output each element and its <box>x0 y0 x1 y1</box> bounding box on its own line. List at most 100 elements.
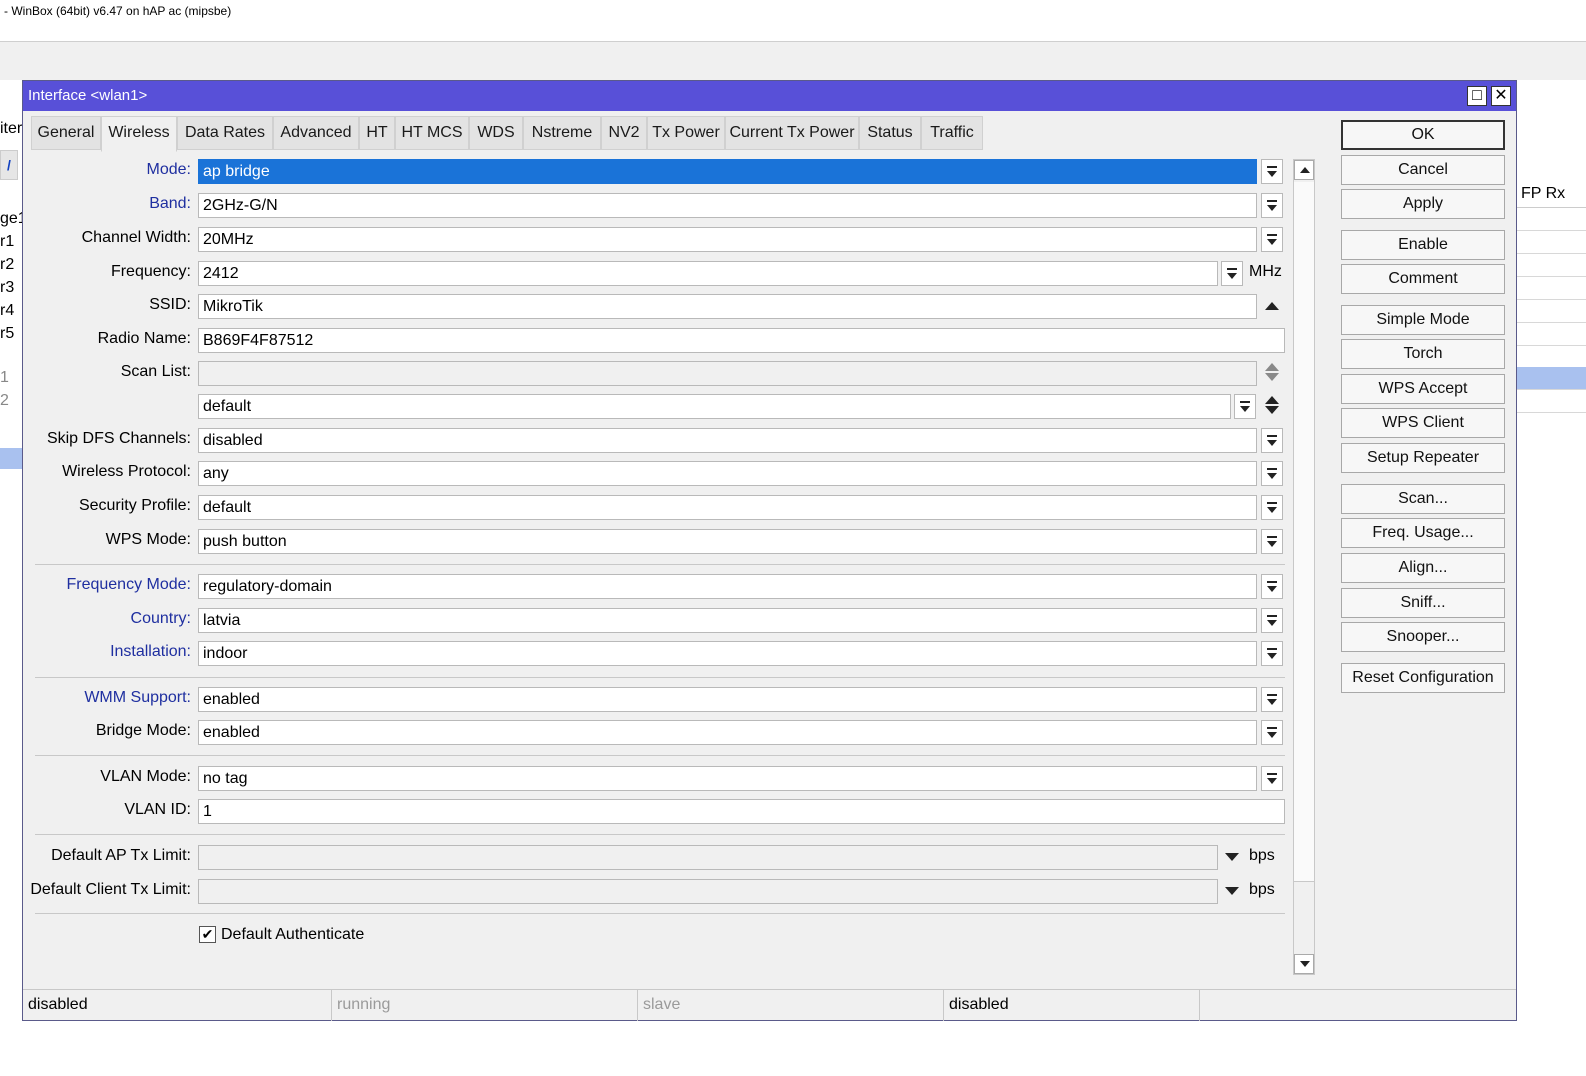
ap-tx-limit-label: Default AP Tx Limit: <box>51 847 191 864</box>
radio-name-label: Radio Name: <box>97 330 191 347</box>
vlan-mode-field[interactable]: no tag <box>198 766 1257 791</box>
installation-dropdown-icon[interactable] <box>1261 641 1283 666</box>
table-row[interactable] <box>1516 277 1586 300</box>
reset-configuration-button[interactable]: Reset Configuration <box>1341 663 1505 693</box>
vlan-mode-label: VLAN Mode: <box>100 768 191 785</box>
security-profile-field[interactable]: default <box>198 495 1257 520</box>
wmm-support-field[interactable]: enabled <box>198 687 1257 712</box>
list-item[interactable]: 2 <box>0 392 9 410</box>
skip-dfs-dropdown-icon[interactable] <box>1261 428 1283 453</box>
scan-list-up-icon[interactable] <box>1265 363 1279 371</box>
band-dropdown-icon[interactable] <box>1261 193 1283 218</box>
scrollbar-thumb[interactable] <box>1294 182 1314 882</box>
security-profile-label: Security Profile: <box>78 497 191 514</box>
scan-list-remove-icon[interactable] <box>1265 406 1279 414</box>
wireless-protocol-label: Wireless Protocol: <box>62 463 191 480</box>
default-authenticate-label[interactable]: Default Authenticate <box>221 926 364 944</box>
scan-list-add-icon[interactable] <box>1265 396 1279 404</box>
scroll-down-icon[interactable] <box>1294 954 1314 974</box>
frequency-field[interactable]: 2412 <box>198 261 1218 286</box>
interface-dialog: Interface <wlan1> □ ✕ General Wireless D… <box>22 80 1517 1021</box>
setup-repeater-button[interactable]: Setup Repeater <box>1341 443 1505 473</box>
form-area: Mode: Band: Channel Width: Frequency: SS… <box>23 81 1323 989</box>
wps-mode-label: WPS Mode: <box>105 531 191 548</box>
cancel-button[interactable]: Cancel <box>1341 155 1505 185</box>
ap-tx-limit-unit: bps <box>1249 847 1275 864</box>
installation-field[interactable]: indoor <box>198 641 1257 666</box>
bridge-mode-field[interactable]: enabled <box>198 720 1257 745</box>
wps-mode-field[interactable]: push button <box>198 529 1257 554</box>
table-row[interactable] <box>1516 390 1586 413</box>
app-title: - WinBox (64bit) v6.47 on hAP ac (mipsbe… <box>4 4 232 18</box>
skip-dfs-field[interactable]: disabled <box>198 428 1257 453</box>
ap-tx-limit-dropdown-icon[interactable] <box>1225 853 1239 861</box>
table-row[interactable] <box>1516 208 1586 231</box>
vlan-id-field[interactable]: 1 <box>198 799 1285 824</box>
vlan-mode-dropdown-icon[interactable] <box>1261 766 1283 791</box>
apply-button[interactable]: Apply <box>1341 189 1505 219</box>
frequency-label: Frequency: <box>110 263 191 280</box>
wireless-protocol-dropdown-icon[interactable] <box>1261 461 1283 486</box>
client-tx-limit-dropdown-icon[interactable] <box>1225 887 1239 895</box>
country-field[interactable]: latvia <box>198 608 1257 633</box>
close-icon[interactable]: ✕ <box>1491 86 1511 106</box>
torch-button[interactable]: Torch <box>1341 339 1505 369</box>
simple-mode-button[interactable]: Simple Mode <box>1341 305 1505 335</box>
form-scrollbar[interactable] <box>1293 159 1315 975</box>
ok-button[interactable]: OK <box>1341 120 1505 150</box>
country-label: Country: <box>130 610 191 627</box>
band-field[interactable]: 2GHz-G/N <box>198 193 1257 218</box>
table-row[interactable] <box>1516 254 1586 277</box>
wireless-protocol-field[interactable]: any <box>198 461 1257 486</box>
ssid-collapse-icon[interactable] <box>1265 302 1279 310</box>
scan-list-dropdown-icon[interactable] <box>1234 394 1256 419</box>
default-authenticate-checkbox[interactable]: ✔ <box>199 926 216 943</box>
align-button[interactable]: Align... <box>1341 553 1505 583</box>
band-label: Band: <box>149 195 191 212</box>
channel-width-dropdown-icon[interactable] <box>1261 227 1283 252</box>
label-column: Mode: Band: Channel Width: Frequency: SS… <box>23 81 191 989</box>
wps-client-button[interactable]: WPS Client <box>1341 408 1505 438</box>
country-dropdown-icon[interactable] <box>1261 608 1283 633</box>
enable-button[interactable]: Enable <box>1341 230 1505 260</box>
divider <box>35 564 1285 565</box>
scroll-up-icon[interactable] <box>1294 160 1314 180</box>
frequency-unit: MHz <box>1249 263 1282 280</box>
wps-mode-dropdown-icon[interactable] <box>1261 529 1283 554</box>
table-row[interactable] <box>1516 300 1586 323</box>
table-row[interactable] <box>1516 231 1586 254</box>
mode-field[interactable]: ap bridge <box>198 159 1257 184</box>
radio-name-field[interactable]: B869F4F87512 <box>198 328 1285 353</box>
divider <box>35 677 1285 678</box>
mode-dropdown-icon[interactable] <box>1261 159 1283 184</box>
channel-width-field[interactable]: 20MHz <box>198 227 1257 252</box>
status-extra <box>1200 990 1510 1021</box>
table-row-selected[interactable] <box>1516 367 1586 390</box>
scan-button[interactable]: Scan... <box>1341 484 1505 514</box>
list-item: iter <box>0 120 23 137</box>
frequency-dropdown-icon[interactable] <box>1221 261 1243 286</box>
column-header-fp-rx[interactable]: FP Rx <box>1516 180 1586 208</box>
maximize-icon[interactable]: □ <box>1467 86 1487 106</box>
divider <box>35 913 1285 914</box>
scan-list-value-field[interactable]: default <box>198 394 1231 419</box>
ssid-field[interactable]: MikroTik <box>198 294 1257 319</box>
wps-accept-button[interactable]: WPS Accept <box>1341 374 1505 404</box>
scan-list-field[interactable] <box>198 361 1257 386</box>
freq-usage-button[interactable]: Freq. Usage... <box>1341 518 1505 548</box>
comment-button[interactable]: Comment <box>1341 264 1505 294</box>
wmm-support-dropdown-icon[interactable] <box>1261 687 1283 712</box>
table-row[interactable] <box>1516 323 1586 346</box>
status-bar: disabled running slave disabled <box>23 989 1516 1021</box>
ap-tx-limit-field[interactable] <box>198 845 1218 870</box>
frequency-mode-field[interactable]: regulatory-domain <box>198 574 1257 599</box>
snooper-button[interactable]: Snooper... <box>1341 622 1505 652</box>
list-item[interactable]: r3 <box>0 279 14 297</box>
frequency-mode-dropdown-icon[interactable] <box>1261 574 1283 599</box>
client-tx-limit-field[interactable] <box>198 879 1218 904</box>
scan-list-down-icon[interactable] <box>1265 373 1279 381</box>
security-profile-dropdown-icon[interactable] <box>1261 495 1283 520</box>
bridge-mode-label: Bridge Mode: <box>95 722 191 739</box>
sniff-button[interactable]: Sniff... <box>1341 588 1505 618</box>
bridge-mode-dropdown-icon[interactable] <box>1261 720 1283 745</box>
